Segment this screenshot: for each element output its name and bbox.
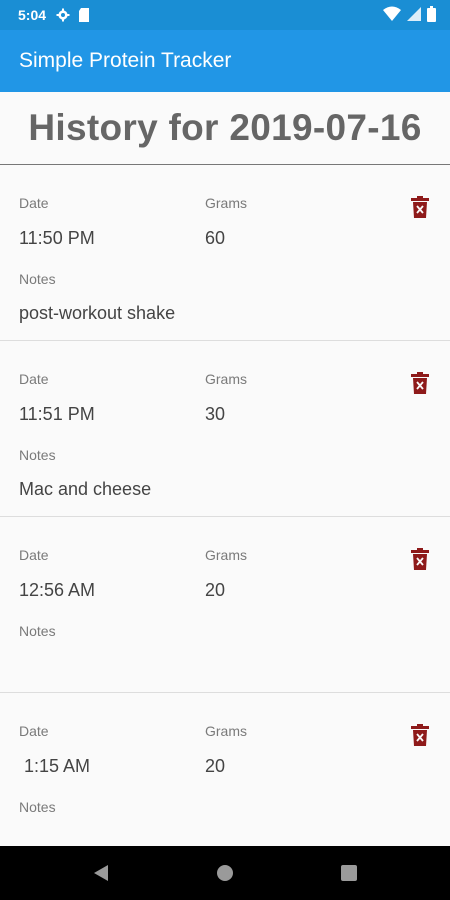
- gear-icon: [56, 8, 70, 22]
- history-entry: Date Grams 12:56 AM 20 Notes: [0, 517, 450, 693]
- delete-button[interactable]: [410, 723, 430, 747]
- trash-icon: [411, 196, 429, 218]
- notes-label: Notes: [19, 447, 56, 463]
- signal-icon: [407, 7, 421, 21]
- grams-label: Grams: [205, 547, 247, 563]
- grams-value: 30: [205, 404, 226, 424]
- delete-button[interactable]: [410, 195, 430, 219]
- notes-label: Notes: [19, 799, 56, 815]
- history-entry: Date Grams 1:15 AM 20 Notes: [0, 693, 450, 868]
- date-label: Date: [19, 195, 49, 211]
- status-time: 5:04: [18, 7, 47, 23]
- home-icon[interactable]: [216, 864, 234, 882]
- notes-label: Notes: [19, 623, 56, 639]
- trash-icon: [411, 372, 429, 394]
- date-value: 11:50 PM: [19, 228, 95, 248]
- grams-value: 60: [205, 228, 226, 248]
- grams-label: Grams: [205, 723, 247, 739]
- app-bar: Simple Protein Tracker: [0, 30, 450, 92]
- wifi-icon: [383, 6, 401, 21]
- history-entry: Date Grams 11:50 PM 60 Notes post-workou…: [0, 165, 450, 341]
- back-icon[interactable]: [92, 864, 110, 882]
- status-bar: 5:04: [0, 0, 450, 30]
- grams-value: 20: [205, 580, 226, 600]
- date-value: 12:56 AM: [19, 580, 96, 600]
- notes-value: post-workout shake: [19, 303, 176, 323]
- battery-icon: [427, 6, 436, 22]
- grams-label: Grams: [205, 371, 247, 387]
- recents-icon[interactable]: [340, 864, 358, 882]
- date-label: Date: [19, 371, 49, 387]
- grams-label: Grams: [205, 195, 247, 211]
- notes-label: Notes: [19, 271, 56, 287]
- page-header: History for 2019-07-16: [0, 92, 450, 165]
- trash-icon: [411, 548, 429, 570]
- page-title: History for 2019-07-16: [28, 107, 422, 148]
- date-label: Date: [19, 723, 49, 739]
- delete-button[interactable]: [410, 371, 430, 395]
- trash-icon: [411, 724, 429, 746]
- grams-value: 20: [205, 756, 226, 776]
- date-value: 1:15 AM: [19, 756, 91, 776]
- history-entry: Date Grams 11:51 PM 30 Notes Mac and che…: [0, 341, 450, 517]
- app-title: Simple Protein Tracker: [19, 49, 232, 72]
- date-value: 11:51 PM: [19, 404, 95, 424]
- notes-value: Mac and cheese: [19, 479, 152, 499]
- delete-button[interactable]: [410, 547, 430, 571]
- history-list: Date Grams 11:50 PM 60 Notes post-workou…: [0, 165, 450, 868]
- navigation-bar: [0, 846, 450, 900]
- sd-card-icon: [79, 8, 90, 22]
- date-label: Date: [19, 547, 49, 563]
